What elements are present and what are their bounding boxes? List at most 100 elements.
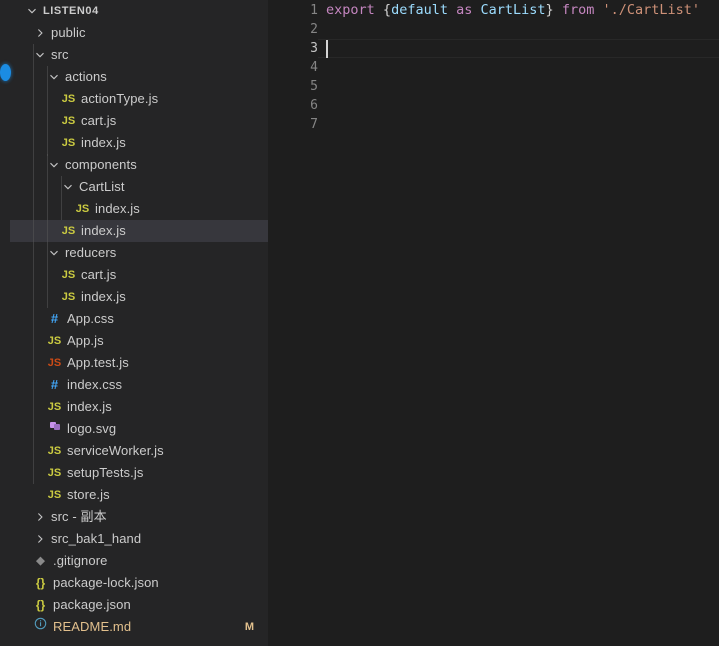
tree-file-setuptests-js[interactable]: JS setupTests.js <box>10 462 268 484</box>
tree-file-cart-js[interactable]: JS cart.js <box>10 264 268 286</box>
js-icon: JS <box>47 335 62 347</box>
tree-folder-public[interactable]: public <box>10 22 268 44</box>
tree-file-app-css[interactable]: # App.css <box>10 308 268 330</box>
tree-file-cart-js[interactable]: JS cart.js <box>10 110 268 132</box>
chevron-right-icon[interactable] <box>32 512 47 522</box>
line-number-gutter: 1 2 3 4 5 6 7 <box>268 0 318 646</box>
tree-item-label: package.json <box>53 597 131 612</box>
tree-file-index-js[interactable]: JS index.js <box>10 132 268 154</box>
token-keyword: as <box>456 2 473 18</box>
json-icon: {} <box>35 575 46 590</box>
chevron-down-icon[interactable] <box>24 6 39 16</box>
js-icon: JS <box>47 489 62 501</box>
token-keyword: from <box>561 2 595 18</box>
tree-item-label: package-lock.json <box>53 575 159 590</box>
tree-file-index-js[interactable]: JS index.js <box>10 198 268 220</box>
tree-root-label: LISTEN04 <box>43 5 99 17</box>
js-test-icon: JS <box>47 357 62 369</box>
token-brace: } <box>545 2 554 18</box>
tree-folder-cartlist[interactable]: CartList <box>10 176 268 198</box>
tree-file-index-js[interactable]: JS index.js <box>10 396 268 418</box>
code-content[interactable]: export {default as CartList} from './Car… <box>326 0 719 646</box>
chevron-right-icon[interactable] <box>32 534 47 544</box>
tree-folder-src-bak1-hand[interactable]: src_bak1_hand <box>10 528 268 550</box>
tree-file-store-js[interactable]: JS store.js <box>10 484 268 506</box>
tree-item-label: components <box>65 157 137 172</box>
js-icon: JS <box>47 467 62 479</box>
tree-file-package-lock-json[interactable]: {} package-lock.json <box>10 572 268 594</box>
tree-file-logo-svg[interactable]: logo.svg <box>10 418 268 440</box>
line-number-5: 5 <box>310 79 318 94</box>
tree-file-app-test-js[interactable]: JS App.test.js <box>10 352 268 374</box>
tree-item-label: App.js <box>67 333 104 348</box>
code-line-7[interactable] <box>326 115 719 134</box>
tree-folder-src[interactable]: src <box>10 44 268 66</box>
chevron-down-icon[interactable] <box>46 72 61 82</box>
tree-folder-actions[interactable]: actions <box>10 66 268 88</box>
file-tree[interactable]: LISTEN04 public src actions JS actionType.js J… <box>10 0 268 638</box>
tree-root-listen04[interactable]: LISTEN04 <box>10 0 268 22</box>
code-line-3[interactable] <box>326 39 719 58</box>
text-caret <box>326 40 328 58</box>
indent-guide-3 <box>61 176 62 220</box>
code-line-4[interactable] <box>326 58 719 77</box>
chevron-down-icon[interactable] <box>46 160 61 170</box>
tree-item-label: README.md <box>53 619 132 634</box>
indent-guide-4 <box>47 242 48 308</box>
line-number-4: 4 <box>310 60 318 75</box>
cursor-indicator-dot <box>0 64 11 81</box>
tree-folder-src[interactable]: src - 副本 <box>10 506 268 528</box>
chevron-down-icon[interactable] <box>60 182 75 192</box>
tree-file-index-js[interactable]: JS index.js <box>10 220 268 242</box>
tree-item-label: actionType.js <box>81 91 159 106</box>
js-icon: JS <box>61 225 76 237</box>
tree-item-label: src - 副本 <box>51 509 107 524</box>
token-string: './CartList' <box>602 2 701 18</box>
js-icon: JS <box>61 291 76 303</box>
line-number-6: 6 <box>310 98 318 113</box>
code-line-1[interactable]: export {default as CartList} from './Car… <box>326 1 719 20</box>
line-number-7: 7 <box>310 117 318 132</box>
code-editor[interactable]: 1 2 3 4 5 6 7 export {default as CartList} fro… <box>268 0 719 646</box>
tree-file-serviceworker-js[interactable]: JS serviceWorker.js <box>10 440 268 462</box>
tree-file-app-js[interactable]: JS App.js <box>10 330 268 352</box>
indent-guide-0 <box>33 44 34 484</box>
tree-file-index-js[interactable]: JS index.js <box>10 286 268 308</box>
code-line-2[interactable] <box>326 20 719 39</box>
js-icon: JS <box>75 203 90 215</box>
tree-item-label: store.js <box>67 487 110 502</box>
tree-item-label: src <box>51 47 69 62</box>
explorer-sidebar[interactable]: LISTEN04 public src actions JS actionType.js J… <box>10 0 268 646</box>
chevron-down-icon[interactable] <box>46 248 61 258</box>
tree-file-actiontype-js[interactable]: JS actionType.js <box>10 88 268 110</box>
token-brace: { <box>382 2 392 18</box>
tree-item-label: cart.js <box>81 113 117 128</box>
json-icon: {} <box>35 597 46 612</box>
tree-file-index-css[interactable]: # index.css <box>10 374 268 396</box>
code-line-6[interactable] <box>326 96 719 115</box>
chevron-down-icon[interactable] <box>32 50 47 60</box>
tree-file-package-json[interactable]: {} package.json <box>10 594 268 616</box>
code-line-5[interactable] <box>326 77 719 96</box>
tree-item-label: index.js <box>81 135 126 150</box>
tree-item-label: index.css <box>67 377 123 392</box>
token-keyword: export <box>326 2 375 18</box>
tree-item-label: index.js <box>67 399 112 414</box>
git-icon: ◆ <box>36 555 45 567</box>
tree-item-label: serviceWorker.js <box>67 443 164 458</box>
css-icon: # <box>50 310 59 326</box>
indent-guide-1 <box>47 66 48 156</box>
activity-bar-edge <box>0 0 10 646</box>
js-icon: JS <box>61 269 76 281</box>
tree-file-gitignore[interactable]: ◆ .gitignore <box>10 550 268 572</box>
tree-item-label: setupTests.js <box>67 465 144 480</box>
tree-item-label: logo.svg <box>67 421 117 436</box>
svg-icon <box>46 418 63 440</box>
chevron-right-icon[interactable] <box>32 28 47 38</box>
tree-folder-components[interactable]: components <box>10 154 268 176</box>
js-icon: JS <box>61 93 76 105</box>
tree-file-readme-md[interactable]: README.md M <box>10 616 268 638</box>
tree-folder-reducers[interactable]: reducers <box>10 242 268 264</box>
